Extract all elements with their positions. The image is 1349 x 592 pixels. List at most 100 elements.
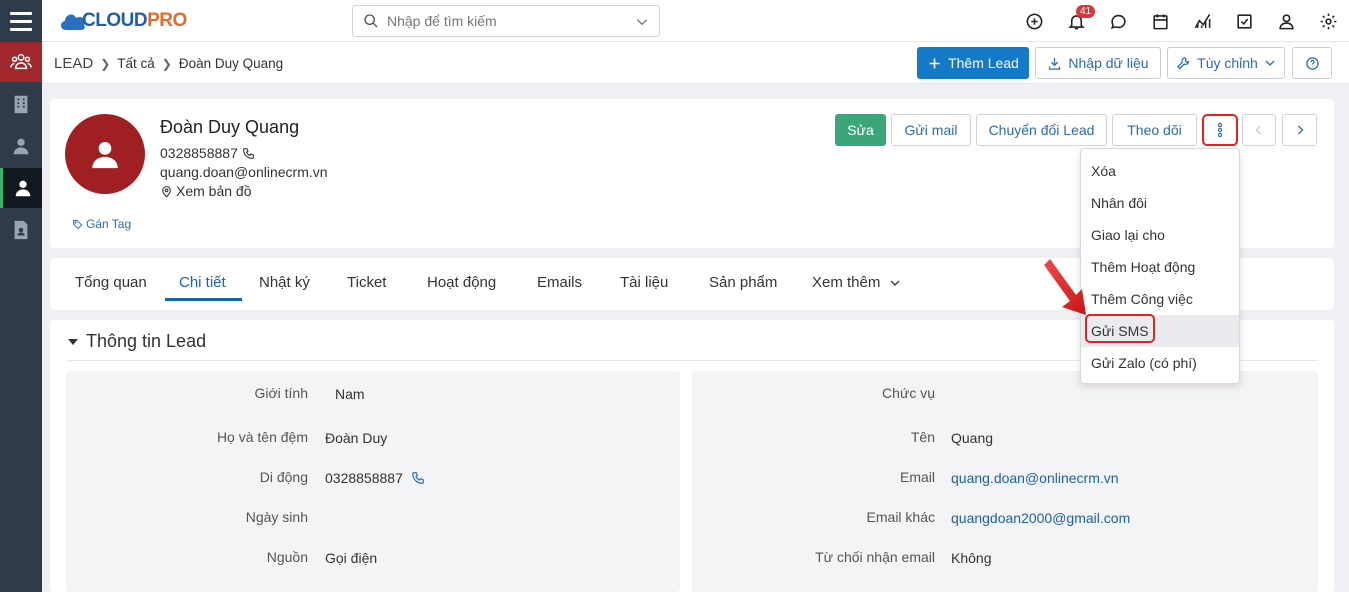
download-icon	[1049, 57, 1061, 70]
chevron-left-icon	[1255, 125, 1261, 135]
tab-more[interactable]: Xem thêm	[812, 274, 901, 291]
breadcrumb: LEAD ❯ Tất cả ❯ Đoàn Duy Quang	[54, 55, 283, 72]
menu-item-send-zalo[interactable]: Gửi Zalo (có phí)	[1081, 347, 1239, 379]
breadcrumb-current: Đoàn Duy Quang	[178, 56, 284, 71]
user-icon	[1278, 13, 1294, 29]
cloudpro-logo[interactable]: CLOUDPRO	[58, 8, 187, 34]
tab-ticket[interactable]: Ticket	[347, 274, 386, 291]
follow-label: Theo dõi	[1127, 122, 1182, 138]
field-label: Họ và tên đệm	[216, 429, 308, 445]
top-toolbar: 41	[1013, 0, 1349, 42]
search-input[interactable]	[387, 13, 627, 29]
add-lead-button[interactable]: Thêm Lead	[917, 47, 1029, 79]
chevron-right-icon: ❯	[161, 56, 172, 71]
organization-nav-icon[interactable]	[0, 84, 42, 124]
field-label: Tên	[910, 429, 935, 445]
tab-overview[interactable]: Tổng quan	[75, 274, 147, 291]
top-header: CLOUDPRO 41	[42, 0, 1349, 42]
menu-toggle-button[interactable]	[0, 0, 42, 42]
calendar-button[interactable]	[1139, 0, 1181, 42]
more-actions-menu: Xóa Nhân đôi Giao lại cho Thêm Hoạt động…	[1080, 148, 1240, 384]
map-link-label: Xem bản đồ	[176, 183, 252, 199]
previous-record-button[interactable]	[1242, 114, 1276, 146]
convert-lead-button[interactable]: Chuyển đổi Lead	[976, 114, 1107, 146]
menu-item-delete[interactable]: Xóa	[1081, 155, 1239, 187]
chat-button[interactable]	[1097, 0, 1139, 42]
import-data-button[interactable]: Nhập dữ liệu	[1035, 47, 1161, 79]
red-arrow-annotation	[1044, 259, 1086, 315]
document-nav-icon[interactable]	[0, 210, 42, 250]
edit-label: Sửa	[847, 122, 874, 138]
help-button[interactable]	[1292, 47, 1332, 79]
email-link[interactable]: quang.doan@onlinecrm.vn	[951, 470, 1119, 486]
global-search[interactable]	[352, 5, 660, 37]
phone-icon[interactable]	[411, 471, 425, 485]
tab-details[interactable]: Chi tiết	[179, 274, 226, 291]
menu-item-add-task[interactable]: Thêm Công việc	[1081, 283, 1239, 315]
contacts-nav-icon[interactable]	[0, 126, 42, 166]
breadcrumb-level1[interactable]: Tất cả	[117, 56, 155, 71]
plus-circle-icon	[1026, 13, 1042, 29]
phone-icon[interactable]	[242, 147, 255, 160]
tag-icon	[72, 219, 83, 229]
field-label: Email khác	[866, 509, 935, 525]
search-icon	[364, 14, 378, 28]
lead-email-value[interactable]: quang.doan@onlinecrm.vn	[160, 164, 328, 180]
leads-nav-icon[interactable]	[0, 42, 42, 82]
notifications-button[interactable]: 41	[1055, 0, 1097, 42]
field-label: Email	[899, 469, 935, 485]
help-icon	[1305, 56, 1319, 70]
menu-item-reassign[interactable]: Giao lại cho	[1081, 219, 1239, 251]
tab-log[interactable]: Nhật ký	[259, 274, 310, 291]
mobile-field-value: 0328858887	[325, 470, 425, 486]
logo-text-pro: PRO	[147, 10, 187, 31]
follow-button[interactable]: Theo dõi	[1112, 114, 1197, 146]
chevron-down-icon	[1265, 60, 1275, 66]
logo-text: CLOUD	[82, 10, 148, 31]
tab-emails[interactable]: Emails	[537, 274, 582, 291]
tab-products[interactable]: Sản phẩm	[709, 274, 777, 291]
field-label: Di động	[259, 469, 308, 485]
chevron-down-icon[interactable]	[635, 15, 649, 29]
more-actions-button[interactable]	[1202, 114, 1238, 146]
breadcrumb-module[interactable]: LEAD	[54, 55, 93, 72]
lead-map[interactable]: Xem bản đồ	[160, 183, 252, 199]
chart-icon	[1194, 13, 1210, 28]
map-pin-icon	[162, 185, 171, 198]
notification-badge: 41	[1076, 5, 1096, 18]
lead-detail-nav-icon[interactable]	[0, 168, 42, 208]
left-sidebar	[0, 0, 42, 592]
field-label: Ngày sinh	[245, 509, 308, 525]
import-label: Nhập dữ liệu	[1068, 55, 1149, 71]
section-title: Thông tin Lead	[86, 331, 207, 351]
avatar	[65, 114, 145, 194]
tasks-button[interactable]	[1223, 0, 1265, 42]
send-mail-label: Gửi mail	[904, 122, 958, 138]
settings-button[interactable]	[1307, 0, 1349, 42]
user-profile-button[interactable]	[1265, 0, 1307, 42]
add-lead-label: Thêm Lead	[948, 55, 1019, 71]
customize-button[interactable]: Tùy chỉnh	[1167, 47, 1285, 79]
chevron-right-icon: ❯	[100, 56, 111, 71]
field-value: Gọi điện	[325, 550, 378, 566]
tab-documents[interactable]: Tài liệu	[620, 274, 668, 291]
field-value: Đoàn Duy	[325, 430, 388, 446]
menu-item-add-activity[interactable]: Thêm Hoạt động	[1081, 251, 1239, 283]
lead-email: quang.doan@onlinecrm.vn	[160, 164, 328, 180]
assign-tag-link[interactable]: Gán Tag	[72, 217, 131, 231]
add-button[interactable]	[1013, 0, 1055, 42]
reports-button[interactable]	[1181, 0, 1223, 42]
checkbox-icon	[1236, 13, 1252, 29]
send-mail-button[interactable]: Gửi mail	[891, 114, 971, 146]
secondary-email-link[interactable]: quangdoan2000@gmail.com	[951, 510, 1130, 526]
lead-name: Đoàn Duy Quang	[160, 117, 300, 137]
next-record-button[interactable]	[1282, 114, 1317, 146]
tab-activities[interactable]: Hoạt động	[427, 274, 496, 291]
section-header[interactable]: Thông tin Lead	[68, 331, 206, 352]
wrench-icon	[1177, 56, 1190, 69]
menu-item-duplicate[interactable]: Nhân đôi	[1081, 187, 1239, 219]
chevron-right-icon	[1297, 125, 1303, 135]
edit-button[interactable]: Sửa	[835, 114, 886, 146]
tag-label: Gán Tag	[86, 217, 132, 231]
chevron-down-icon	[890, 280, 900, 286]
